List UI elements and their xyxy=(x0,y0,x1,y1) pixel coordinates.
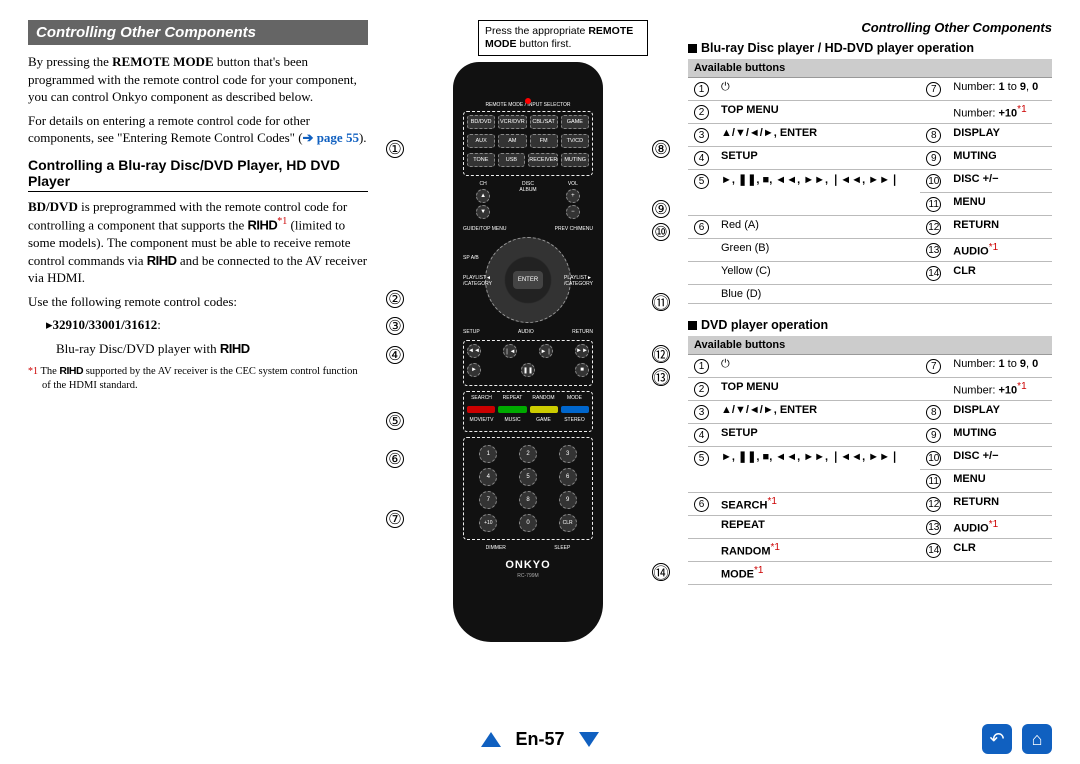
page-header-right: Controlling Other Components xyxy=(688,20,1052,35)
callout-11: ⑪ xyxy=(652,293,670,311)
callout-14: ⑭ xyxy=(652,563,670,581)
callout-5: ⑤ xyxy=(386,412,404,430)
next-page-button[interactable] xyxy=(579,732,599,747)
dvd-table-title: DVD player operation xyxy=(688,318,1052,332)
remote-control-illustration: REMOTE MODE / INPUT SELECTOR BD/DVDVCR/D… xyxy=(453,62,603,642)
bluray-table-title: Blu-ray Disc player / HD-DVD player oper… xyxy=(688,41,1052,55)
callout-8: ⑧ xyxy=(652,140,670,158)
bluray-buttons-table: Available buttons 1⏻7Number: 1 to 9, 0 2… xyxy=(688,59,1052,304)
remote-codes-desc: Blu-ray Disc/DVD player with RIHD xyxy=(56,340,368,358)
callout-12: ⑫ xyxy=(652,345,670,363)
callout-3: ③ xyxy=(386,317,404,335)
callout-7: ⑦ xyxy=(386,510,404,528)
callout-2: ② xyxy=(386,290,404,308)
back-button[interactable]: ↶ xyxy=(982,724,1012,754)
remote-codes: ▸32910/33001/31612: xyxy=(46,316,368,334)
callout-4: ④ xyxy=(386,346,404,364)
codes-intro: Use the following remote control codes: xyxy=(28,293,368,311)
callout-6: ⑥ xyxy=(386,450,404,468)
intro-paragraph-2: For details on entering a remote control… xyxy=(28,112,368,147)
callout-13: ⑬ xyxy=(652,368,670,386)
callout-box: Press the appropriate REMOTE MODE button… xyxy=(478,20,648,56)
callout-10: ⑩ xyxy=(652,223,670,241)
rihd-logo: RIHD xyxy=(248,218,278,233)
home-button[interactable]: ⌂ xyxy=(1022,724,1052,754)
callout-9: ⑨ xyxy=(652,200,670,218)
callout-1: ① xyxy=(386,140,404,158)
remote-led-icon xyxy=(525,98,531,104)
bddvd-paragraph: BD/DVD is preprogrammed with the remote … xyxy=(28,198,368,287)
remote-model: RC-799M xyxy=(463,573,593,579)
subheading-bluray-dvd: Controlling a Blu-ray Disc/DVD Player, H… xyxy=(28,157,368,192)
dvd-buttons-table: Available buttons 1⏻7Number: 1 to 9, 0 2… xyxy=(688,336,1052,585)
footnote-1: *1 The RIHD supported by the AV receiver… xyxy=(42,365,368,392)
page-link-55[interactable]: ➔ page 55 xyxy=(303,130,359,145)
remote-brand: ONKYO xyxy=(463,559,593,571)
page-number: En-57 xyxy=(515,729,564,750)
prev-page-button[interactable] xyxy=(481,732,501,747)
intro-paragraph-1: By pressing the REMOTE MODE button that'… xyxy=(28,53,368,106)
section-banner: Controlling Other Components xyxy=(28,20,368,45)
